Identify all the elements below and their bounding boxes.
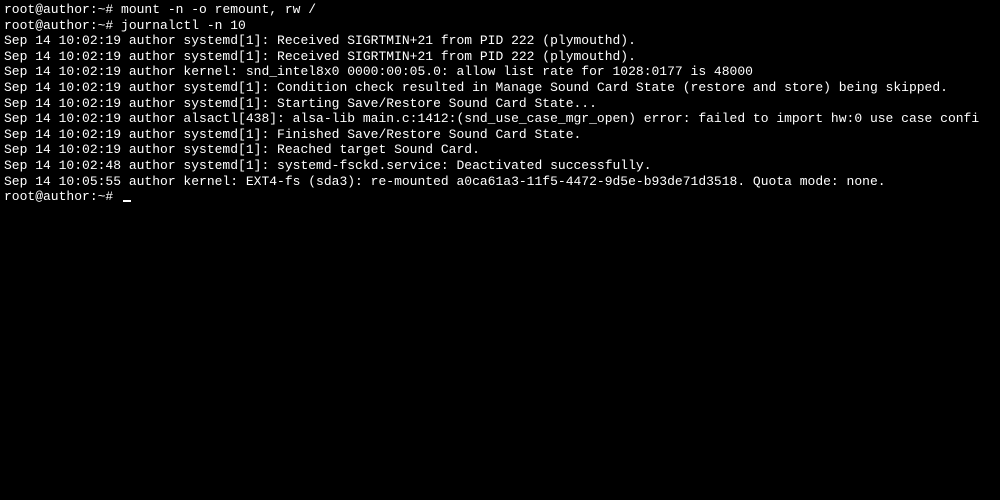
shell-prompt: root@author:~# — [4, 2, 121, 17]
command-text: mount -n -o remount, rw / — [121, 2, 316, 17]
log-line: Sep 14 10:02:19 author kernel: snd_intel… — [4, 64, 996, 80]
command-text: journalctl -n 10 — [121, 18, 246, 33]
log-line: Sep 14 10:02:19 author systemd[1]: Start… — [4, 96, 996, 112]
shell-prompt: root@author:~# — [4, 18, 121, 33]
cursor-icon — [123, 200, 131, 202]
terminal-line[interactable]: root@author:~# mount -n -o remount, rw / — [4, 2, 996, 18]
log-line: Sep 14 10:02:19 author systemd[1]: Recei… — [4, 49, 996, 65]
shell-prompt: root@author:~# — [4, 189, 121, 204]
log-line: Sep 14 10:02:19 author systemd[1]: Recei… — [4, 33, 996, 49]
log-line: Sep 14 10:02:19 author systemd[1]: Condi… — [4, 80, 996, 96]
log-line: Sep 14 10:05:55 author kernel: EXT4-fs (… — [4, 174, 996, 190]
terminal-line[interactable]: root@author:~# journalctl -n 10 — [4, 18, 996, 34]
log-line: Sep 14 10:02:19 author systemd[1]: Reach… — [4, 142, 996, 158]
log-line: Sep 14 10:02:19 author alsactl[438]: als… — [4, 111, 996, 127]
log-line: Sep 14 10:02:48 author systemd[1]: syste… — [4, 158, 996, 174]
terminal-line[interactable]: root@author:~# — [4, 189, 996, 205]
log-line: Sep 14 10:02:19 author systemd[1]: Finis… — [4, 127, 996, 143]
